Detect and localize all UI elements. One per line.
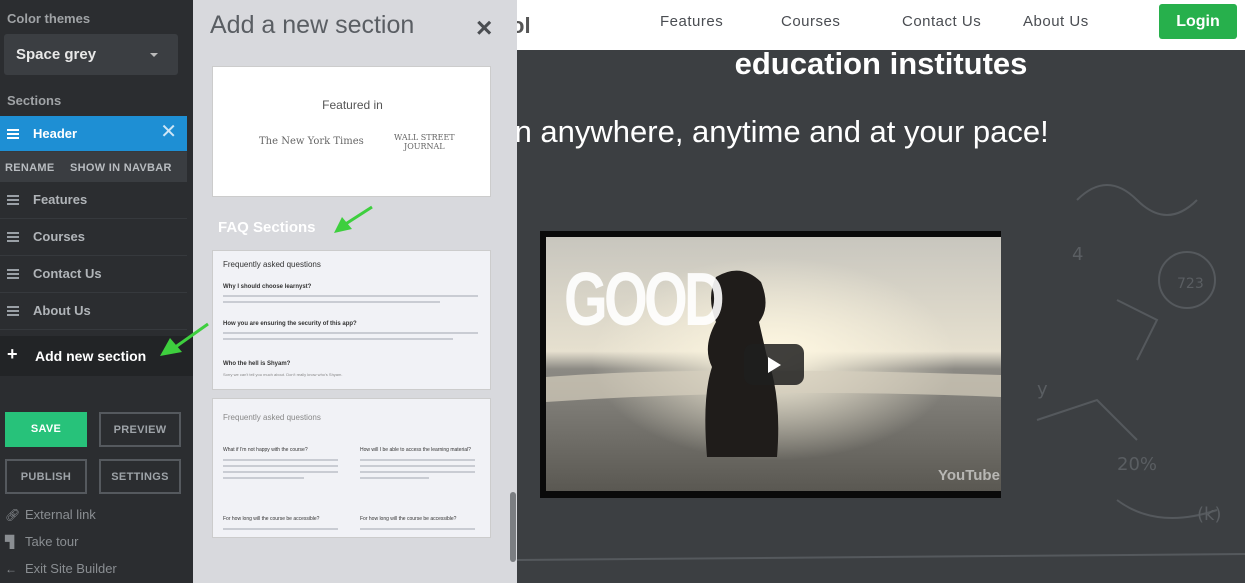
faq-question: What if I'm not happy with the course? [223, 447, 308, 453]
drag-handle-icon[interactable] [7, 195, 19, 205]
header-actions-bar: RENAME SHOW IN NAVBAR [0, 152, 187, 182]
site-preview: 4 723 20% y n+ (k) ol Features Courses C… [517, 0, 1245, 583]
hero-title: education institutes [734, 46, 1028, 81]
wsj-logo: WALL STREET JOURNAL [394, 133, 455, 151]
sidebar-item-courses[interactable]: Courses [0, 219, 187, 256]
panel-header: Add a new section × [193, 0, 517, 66]
faq-answer-lines [223, 332, 478, 344]
faq-question: Who the hell is Shyam? [223, 361, 291, 367]
site-builder-sidebar: Color themes Space grey Sections Header … [0, 0, 193, 583]
sidebar-item-label: Header [33, 126, 78, 141]
svg-text:723: 723 [1177, 276, 1204, 292]
sections-label: Sections [7, 93, 62, 108]
color-theme-value: Space grey [16, 46, 97, 63]
panel-scrollbar[interactable] [510, 492, 516, 562]
faq-question: How will I be able to access the learnin… [360, 447, 471, 453]
faq-answer-lines [360, 459, 475, 483]
faq-question: For how long will the course be accessib… [223, 516, 320, 522]
external-link-label: External link [25, 507, 96, 522]
sidebar-item-features[interactable]: Features [0, 182, 187, 219]
sidebar-item-label: Contact Us [33, 266, 102, 281]
panel-title: Add a new section [210, 11, 415, 39]
faq-answer: Sorry we can't tell you much about. Don'… [223, 372, 343, 377]
publish-button[interactable]: PUBLISH [5, 459, 87, 494]
annotation-arrow-icon [160, 322, 209, 356]
svg-text:(k): (k) [1197, 504, 1221, 525]
faq-title: Frequently asked questions [223, 260, 321, 269]
drag-handle-icon[interactable] [7, 306, 19, 316]
rename-button[interactable]: RENAME [5, 162, 54, 174]
login-button[interactable]: Login [1159, 4, 1237, 39]
wsj-line1: WALL STREET [394, 133, 455, 142]
plus-icon: + [7, 344, 18, 364]
featured-in-title: Featured in [322, 98, 383, 112]
drag-handle-icon[interactable] [7, 129, 19, 139]
add-new-section-label: Add new section [35, 348, 147, 364]
svg-text:4: 4 [1072, 244, 1083, 265]
faq-answer-lines [360, 528, 475, 534]
video-overlay-text: GOOD [564, 257, 725, 341]
hero-subtitle: arn anywhere, anytime and at your pace! [517, 114, 1049, 149]
external-link[interactable]: 🔗︎ External link [5, 507, 96, 522]
take-tour-label: Take tour [25, 534, 79, 549]
site-brand[interactable]: ol [517, 13, 531, 39]
save-button[interactable]: SAVE [5, 412, 87, 447]
svg-text:y: y [1037, 379, 1048, 400]
faq-question: How you are ensuring the security of thi… [223, 321, 357, 327]
faq-answer-lines [223, 528, 338, 534]
faq-section-template-2[interactable]: Frequently asked questions What if I'm n… [212, 398, 491, 538]
play-button[interactable] [744, 344, 804, 385]
faq-section-template-1[interactable]: Frequently asked questions Why I should … [212, 250, 491, 390]
drag-handle-icon[interactable] [7, 269, 19, 279]
sidebar-item-contact-us[interactable]: Contact Us [0, 256, 187, 293]
site-navbar: ol Features Courses Contact Us About Us … [517, 0, 1245, 50]
nav-link-features[interactable]: Features [660, 13, 723, 30]
faq-answer-lines [223, 459, 338, 483]
arrow-left-icon: ← [5, 562, 17, 576]
svg-text:20%: 20% [1117, 454, 1157, 475]
exit-label: Exit Site Builder [25, 561, 117, 576]
sidebar-item-header[interactable]: Header ✕ [0, 116, 187, 152]
wsj-line2: JOURNAL [404, 142, 445, 151]
color-themes-label: Color themes [7, 11, 91, 26]
drag-handle-icon[interactable] [7, 232, 19, 242]
add-section-panel: Add a new section × Featured in The New … [193, 0, 517, 583]
close-icon[interactable]: × [476, 12, 492, 44]
sidebar-item-label: Features [33, 192, 88, 207]
preview-button[interactable]: PREVIEW [99, 412, 181, 447]
nav-link-contact-us[interactable]: Contact Us [902, 13, 981, 30]
color-theme-select[interactable]: Space grey [4, 34, 178, 75]
link-icon: 🔗︎ [5, 508, 21, 522]
faq-answer-lines [223, 295, 478, 307]
featured-in-section-template[interactable]: Featured in The New York Times WALL STRE… [212, 66, 491, 197]
sidebar-item-label: Courses [33, 229, 86, 244]
nav-link-about-us[interactable]: About Us [1023, 13, 1089, 30]
nav-link-courses[interactable]: Courses [781, 13, 840, 30]
nyt-logo: The New York Times [259, 136, 364, 147]
annotation-arrow-icon [334, 205, 373, 233]
faq-sections-heading: FAQ Sections [218, 219, 316, 236]
faq-title: Frequently asked questions [223, 413, 321, 422]
take-tour-link[interactable]: ▜ Take tour [5, 534, 78, 549]
close-icon[interactable]: ✕ [160, 122, 177, 142]
sidebar-item-label: About Us [33, 303, 91, 318]
faq-question: For how long will the course be accessib… [360, 516, 457, 522]
paint-roller-icon: ▜ [5, 535, 15, 549]
youtube-logo[interactable]: YouTube [938, 467, 1000, 484]
chevron-down-icon [150, 53, 158, 57]
faq-question: Why I should choose learnyst? [223, 284, 312, 290]
settings-button[interactable]: SETTINGS [99, 459, 181, 494]
show-in-navbar-button[interactable]: SHOW IN NAVBAR [70, 162, 172, 174]
exit-site-builder-link[interactable]: ← Exit Site Builder [5, 561, 117, 576]
